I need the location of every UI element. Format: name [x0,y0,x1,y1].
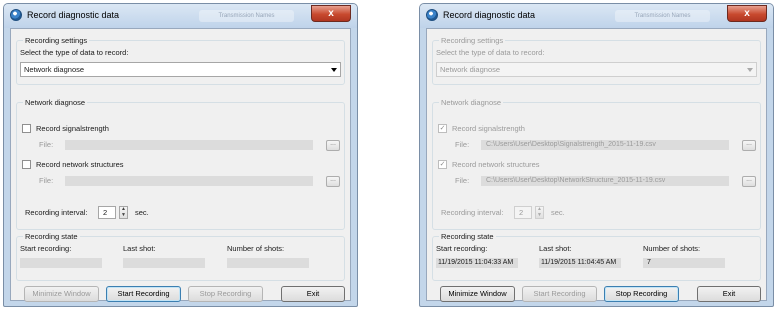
signalstrength-checkbox[interactable]: ✓ [438,124,447,133]
recording-settings-title: Recording settings [439,35,506,46]
dialog-client-area: Recording settings Select the type of da… [426,28,767,302]
shots-count-label: Number of shots: [643,244,701,253]
shots-count-value [227,258,309,268]
structures-checkbox[interactable] [22,160,31,169]
shots-count-label: Number of shots: [227,244,285,253]
interval-label: Recording interval: [25,208,88,217]
start-recording-label: Start recording: [436,244,488,253]
minimize-window-button[interactable]: Minimize Window [440,286,515,302]
data-type-selected: Network diagnose [440,65,501,74]
network-diagnose-group: Network diagnose ✓ Record signalstrength… [432,97,761,230]
signalstrength-file-field[interactable]: C:\Users\User\Desktop\Signalstrength_201… [481,140,729,150]
close-button[interactable]: x [311,5,351,22]
structures-browse-button[interactable]: ... [742,176,756,187]
stepper-down-icon[interactable]: ▼ [536,212,543,219]
structures-file-label: File: [455,176,470,185]
signalstrength-label: Record signalstrength [36,124,109,133]
signalstrength-browse-button[interactable]: ... [742,140,756,151]
exit-button[interactable]: Exit [281,286,345,302]
start-recording-button[interactable]: Start Recording [522,286,597,302]
recording-state-title: Recording state [23,231,80,242]
data-type-label: Select the type of data to record: [20,48,129,57]
interval-unit: sec. [135,208,149,217]
interval-stepper[interactable]: ▲ ▼ [535,206,544,219]
network-diagnose-title: Network diagnose [23,97,88,108]
interval-unit: sec. [551,208,565,217]
signalstrength-file-field[interactable] [65,140,313,150]
structures-browse-button[interactable]: ... [326,176,340,187]
last-shot-value: 11/19/2015 11:04:45 AM [539,258,621,268]
title-bar[interactable]: Record diagnostic data Transmission Name… [4,4,357,28]
dialog-client-area: Recording settings Select the type of da… [10,28,351,302]
recording-state-group: Recording state Start recording: Last sh… [432,231,761,281]
start-recording-button[interactable]: Start Recording [106,286,181,302]
structures-file-label: File: [39,176,54,185]
app-icon [426,9,438,21]
close-button[interactable]: x [727,5,767,22]
structures-file-field[interactable] [65,176,313,186]
dialog-recording: Record diagnostic data Transmission Name… [419,3,774,307]
signalstrength-browse-button[interactable]: ... [326,140,340,151]
app-icon [10,9,22,21]
interval-input[interactable]: 2 [98,206,116,219]
stop-recording-button[interactable]: Stop Recording [188,286,263,302]
structures-label: Record network structures [36,160,124,169]
structures-file-field[interactable]: C:\Users\User\Desktop\NetworkStructure_2… [481,176,729,186]
structures-checkbox[interactable]: ✓ [438,160,447,169]
minimize-window-button[interactable]: Minimize Window [24,286,99,302]
recording-settings-title: Recording settings [23,35,90,46]
exit-button[interactable]: Exit [697,286,761,302]
data-type-label: Select the type of data to record: [436,48,545,57]
recording-settings-group: Recording settings Select the type of da… [432,35,761,85]
background-window-title: Transmission Names [615,10,710,22]
title-bar[interactable]: Record diagnostic data Transmission Name… [420,4,773,28]
data-type-select[interactable]: Network diagnose [20,62,341,77]
data-type-selected: Network diagnose [24,65,85,74]
data-type-select[interactable]: Network diagnose [436,62,757,77]
structures-label: Record network structures [452,160,540,169]
last-shot-value [123,258,205,268]
recording-state-title: Recording state [439,231,496,242]
chevron-down-icon [331,68,337,72]
signalstrength-file-label: File: [455,140,470,149]
stop-recording-button[interactable]: Stop Recording [604,286,679,302]
recording-state-group: Recording state Start recording: Last sh… [16,231,345,281]
start-recording-value: 11/19/2015 11:04:33 AM [436,258,518,268]
last-shot-label: Last shot: [123,244,156,253]
window-title: Record diagnostic data [443,10,536,20]
interval-stepper[interactable]: ▲ ▼ [119,206,128,219]
window-title: Record diagnostic data [27,10,120,20]
background-window-title: Transmission Names [199,10,294,22]
start-recording-label: Start recording: [20,244,72,253]
network-diagnose-title: Network diagnose [439,97,504,108]
interval-label: Recording interval: [441,208,504,217]
network-diagnose-group: Network diagnose Record signalstrength F… [16,97,345,230]
signalstrength-file-label: File: [39,140,54,149]
recording-settings-group: Recording settings Select the type of da… [16,35,345,85]
dialog-idle: Record diagnostic data Transmission Name… [3,3,358,307]
signalstrength-label: Record signalstrength [452,124,525,133]
interval-input[interactable]: 2 [514,206,532,219]
start-recording-value [20,258,102,268]
chevron-down-icon [747,68,753,72]
last-shot-label: Last shot: [539,244,572,253]
signalstrength-checkbox[interactable] [22,124,31,133]
shots-count-value: 7 [643,258,725,268]
stepper-down-icon[interactable]: ▼ [120,212,127,219]
